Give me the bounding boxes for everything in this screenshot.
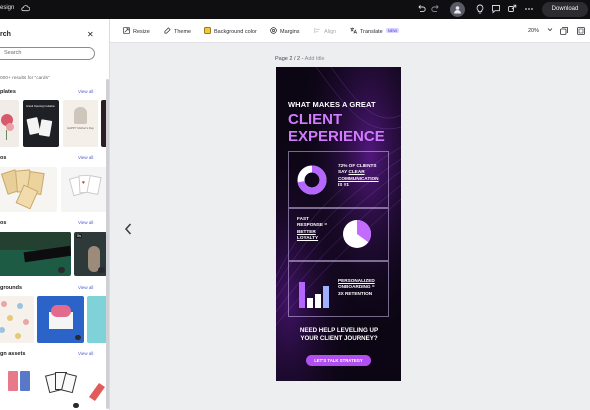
section-title-photos: os (0, 155, 7, 161)
chevron-down-icon (547, 28, 552, 32)
card-graphic (86, 175, 102, 195)
play-indicator-icon (98, 267, 105, 273)
video-duration-badge: 5s (76, 234, 83, 238)
stat1-text: 72% OF CLIENTS SAY CLEAR COMMUNICATION I… (338, 163, 379, 188)
video-thumb[interactable]: 5s (74, 232, 107, 276)
search-input[interactable]: Search (0, 47, 95, 60)
comment-icon[interactable] (491, 4, 501, 14)
search-panel: rch ✕ Search 000+ results for "cards" pl… (0, 19, 110, 410)
template-thumb[interactable]: Grand Opening Invitation (23, 100, 59, 147)
zoom-selector[interactable]: 20% (528, 27, 553, 34)
view-all-photos[interactable]: View all (78, 155, 93, 160)
page-label: Page 2 / 2 - Add title (275, 56, 325, 62)
view-all-templates[interactable]: View all (78, 89, 93, 94)
pages-icon[interactable] (560, 27, 568, 35)
panel-scrollbar[interactable] (106, 79, 109, 409)
asset-thumb[interactable] (87, 369, 107, 409)
pie-chart-2 (343, 220, 371, 248)
view-all-backgrounds[interactable]: View all (78, 285, 93, 290)
section-title-templates: plates (0, 89, 16, 95)
stat3-text: PERSONALIZED ONBOARDING = 3X RETENTION (338, 278, 375, 296)
person-icon (454, 6, 461, 14)
previous-page-arrow-icon[interactable] (123, 222, 133, 236)
more-options-icon[interactable] (524, 4, 534, 14)
bar-chart-icon (299, 282, 329, 308)
theme-button[interactable]: Theme (164, 27, 191, 35)
align-button[interactable]: Align (314, 27, 336, 35)
background-thumb[interactable] (0, 296, 34, 343)
undo-icon[interactable] (416, 4, 426, 14)
fullscreen-icon[interactable] (577, 27, 585, 35)
background-color-icon (204, 27, 211, 34)
card-graphic (38, 119, 53, 137)
card-graphic (8, 371, 18, 391)
section-title-backgrounds: grounds (0, 285, 22, 291)
editor-toolbar: Resize Theme Background color Margins Al… (110, 19, 590, 43)
card-graphic (20, 371, 30, 391)
donut-chart-1 (297, 165, 327, 195)
poster-cta-text[interactable]: NEED HELP LEVELING UP YOUR CLIENT JOURNE… (288, 327, 390, 343)
pattern-graphic (0, 301, 29, 339)
poster-cta-button[interactable]: LET'S TALK STRATEGY (306, 355, 371, 366)
search-placeholder: Search (4, 50, 22, 56)
design-title[interactable]: esign (0, 5, 14, 11)
poster-canvas[interactable]: WHAT MAKES A GREAT CLIENT EXPERIENCE 72%… (276, 67, 401, 381)
stat2-text: FAST RESPONSE = BETTER LOYALTY (297, 216, 328, 241)
flower-card-graphic (1, 114, 14, 140)
play-indicator-icon (58, 267, 65, 273)
photo-thumb[interactable] (0, 167, 57, 212)
poster-headline-line1: CLIENT (288, 111, 343, 128)
card-graphic (61, 372, 77, 394)
poster-heading[interactable]: WHAT MAKES A GREAT (288, 100, 376, 109)
share-icon[interactable] (507, 4, 517, 14)
cloud-save-icon[interactable] (21, 4, 30, 12)
background-thumb[interactable] (87, 296, 107, 343)
new-badge: NEW (385, 28, 400, 33)
theme-icon (164, 27, 171, 34)
view-all-videos[interactable]: View all (78, 220, 93, 225)
user-avatar[interactable] (450, 2, 465, 17)
arrow-shape-graphic (89, 383, 105, 401)
template-thumb[interactable] (0, 100, 19, 147)
template-thumb-text: Grand Opening Invitation (26, 105, 55, 108)
margins-icon (270, 27, 277, 34)
template-thumb-text: HAPPY Mother's Day (67, 126, 94, 130)
panel-title: rch (0, 31, 11, 38)
zoom-value: 20% (528, 28, 540, 34)
photo-thumb[interactable]: ♥ (61, 167, 109, 212)
close-panel-icon[interactable]: ✕ (87, 30, 94, 39)
photo-graphic (74, 107, 87, 124)
section-title-design-assets: gn assets (0, 351, 26, 357)
asset-thumb[interactable] (39, 364, 83, 410)
poster-headline-line2: EXPERIENCE (288, 128, 385, 145)
view-all-design-assets[interactable]: View all (78, 351, 93, 356)
redo-icon[interactable] (431, 4, 441, 14)
add-title-link[interactable]: Add title (305, 56, 325, 62)
template-thumb[interactable]: HAPPY Mother's Day (63, 100, 98, 147)
results-count: 000+ results for "cards" (0, 76, 50, 81)
section-title-videos: os (0, 220, 7, 226)
resize-button[interactable]: Resize (123, 27, 150, 35)
heart-suit-icon: ♥ (82, 180, 85, 186)
page-number: Page 2 / 2 - (275, 56, 304, 62)
margins-button[interactable]: Margins (270, 27, 300, 35)
download-button[interactable]: Download (542, 2, 588, 17)
translate-button[interactable]: Translate NEW (350, 27, 400, 35)
align-icon (314, 27, 320, 34)
video-thumb[interactable] (0, 232, 71, 276)
background-color-button[interactable]: Background color (204, 27, 257, 35)
premium-indicator-icon (75, 335, 81, 340)
asset-thumb[interactable] (0, 364, 36, 410)
translate-icon (350, 27, 357, 34)
flower-graphic (51, 305, 71, 317)
poster-headline[interactable]: CLIENT EXPERIENCE (288, 111, 385, 145)
resize-icon (123, 27, 130, 34)
lightbulb-icon[interactable] (475, 4, 485, 14)
background-thumb[interactable] (37, 296, 84, 343)
premium-indicator-icon (73, 403, 79, 408)
top-app-bar: esign Download (0, 0, 590, 19)
